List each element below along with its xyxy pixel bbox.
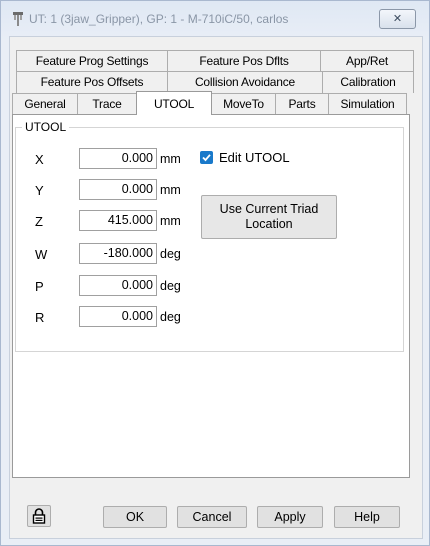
r-field[interactable]: 0.000 [79, 306, 157, 327]
edit-utool-checkbox[interactable] [200, 151, 213, 164]
apply-button[interactable]: Apply [257, 506, 323, 528]
w-label: W [35, 247, 48, 262]
close-button[interactable]: ✕ [379, 9, 416, 29]
x-unit: mm [160, 152, 181, 166]
p-unit: deg [160, 279, 181, 293]
y-label: Y [35, 183, 44, 198]
y-field[interactable]: 0.000 [79, 179, 157, 200]
tab-calibration[interactable]: Calibration [322, 71, 414, 93]
checkmark-icon [202, 154, 211, 162]
triad-button-line-1: Use Current Triad [219, 202, 319, 216]
close-icon: ✕ [392, 13, 403, 25]
tab-feature-pos-dflts[interactable]: Feature Pos Dflts [167, 50, 321, 72]
p-field[interactable]: 0.000 [79, 275, 157, 296]
robot-tool-icon [13, 12, 23, 26]
lock-button[interactable] [27, 505, 51, 527]
utool-group-label: UTOOL [22, 120, 70, 134]
tab-feature-prog-settings[interactable]: Feature Prog Settings [16, 50, 168, 72]
window-title: UT: 1 (3jaw_Gripper), GP: 1 - M-710iC/50… [29, 12, 289, 26]
r-unit: deg [160, 310, 181, 324]
ok-button[interactable]: OK [103, 506, 167, 528]
r-label: R [35, 310, 45, 325]
title-bar[interactable]: UT: 1 (3jaw_Gripper), GP: 1 - M-710iC/50… [1, 1, 430, 37]
tab-trace[interactable]: Trace [77, 93, 137, 115]
help-button[interactable]: Help [334, 506, 400, 528]
use-current-triad-location-button[interactable]: Use Current Triad Location [201, 195, 337, 239]
tab-moveto[interactable]: MoveTo [211, 93, 276, 115]
x-field[interactable]: 0.000 [79, 148, 157, 169]
x-label: X [35, 152, 44, 167]
tab-simulation[interactable]: Simulation [328, 93, 407, 115]
triad-button-line-2: Location [245, 217, 293, 231]
tab-general[interactable]: General [12, 93, 78, 115]
z-unit: mm [160, 214, 181, 228]
tab-feature-pos-offsets[interactable]: Feature Pos Offsets [16, 71, 168, 93]
w-field[interactable]: -180.000 [79, 243, 157, 264]
tab-collision-avoidance[interactable]: Collision Avoidance [167, 71, 323, 93]
tab-parts[interactable]: Parts [275, 93, 329, 115]
dialog-window: UT: 1 (3jaw_Gripper), GP: 1 - M-710iC/50… [0, 0, 430, 546]
z-label: Z [35, 214, 43, 229]
lock-icon [32, 508, 46, 524]
tab-row-1: Feature Prog Settings Feature Pos Dflts … [16, 50, 414, 72]
p-label: P [35, 279, 44, 294]
tab-row-3: General Trace UTOOL MoveTo Parts Simulat… [12, 91, 407, 115]
edit-utool-label[interactable]: Edit UTOOL [219, 150, 290, 165]
w-unit: deg [160, 247, 181, 261]
cancel-button[interactable]: Cancel [177, 506, 247, 528]
tab-row-2: Feature Pos Offsets Collision Avoidance … [16, 71, 414, 93]
tab-utool[interactable]: UTOOL [136, 91, 212, 115]
y-unit: mm [160, 183, 181, 197]
z-field[interactable]: 415.000 [79, 210, 157, 231]
tab-app-ret[interactable]: App/Ret [320, 50, 414, 72]
